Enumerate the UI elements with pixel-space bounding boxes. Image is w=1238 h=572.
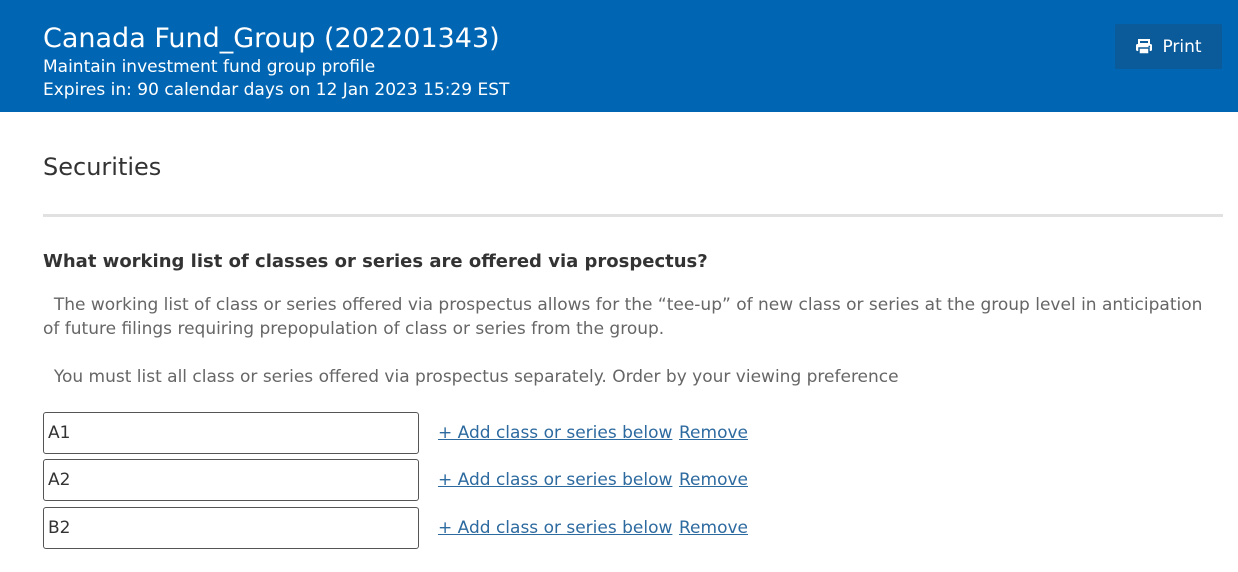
- question-heading: What working list of classes or series a…: [43, 251, 708, 272]
- add-class-series-link[interactable]: + Add class or series below: [438, 421, 672, 445]
- class-series-row: + Add class or series below Remove: [43, 459, 803, 501]
- section-divider: [43, 214, 1223, 217]
- expiry-text: Expires in: 90 calendar days on 12 Jan 2…: [43, 80, 510, 100]
- question-instruction: You must list all class or series offere…: [43, 367, 899, 387]
- class-series-input[interactable]: [43, 412, 419, 454]
- class-series-input[interactable]: [43, 507, 419, 549]
- remove-link[interactable]: Remove: [679, 516, 748, 540]
- add-class-series-link[interactable]: + Add class or series below: [438, 468, 672, 492]
- page-header: Canada Fund_Group (202201343) Maintain i…: [0, 0, 1238, 112]
- add-class-series-link[interactable]: + Add class or series below: [438, 516, 672, 540]
- print-label: Print: [1162, 36, 1202, 57]
- question-description: The working list of class or series offe…: [43, 295, 1208, 339]
- page-title: Canada Fund_Group (202201343): [43, 23, 500, 54]
- printer-icon: [1135, 38, 1153, 55]
- class-series-row: + Add class or series below Remove: [43, 412, 803, 454]
- print-button[interactable]: Print: [1115, 24, 1222, 69]
- page-subtitle: Maintain investment fund group profile: [43, 57, 376, 77]
- class-series-input[interactable]: [43, 459, 419, 501]
- section-title: Securities: [43, 153, 162, 181]
- class-series-row: + Add class or series below Remove: [43, 507, 803, 549]
- remove-link[interactable]: Remove: [679, 421, 748, 445]
- remove-link[interactable]: Remove: [679, 468, 748, 492]
